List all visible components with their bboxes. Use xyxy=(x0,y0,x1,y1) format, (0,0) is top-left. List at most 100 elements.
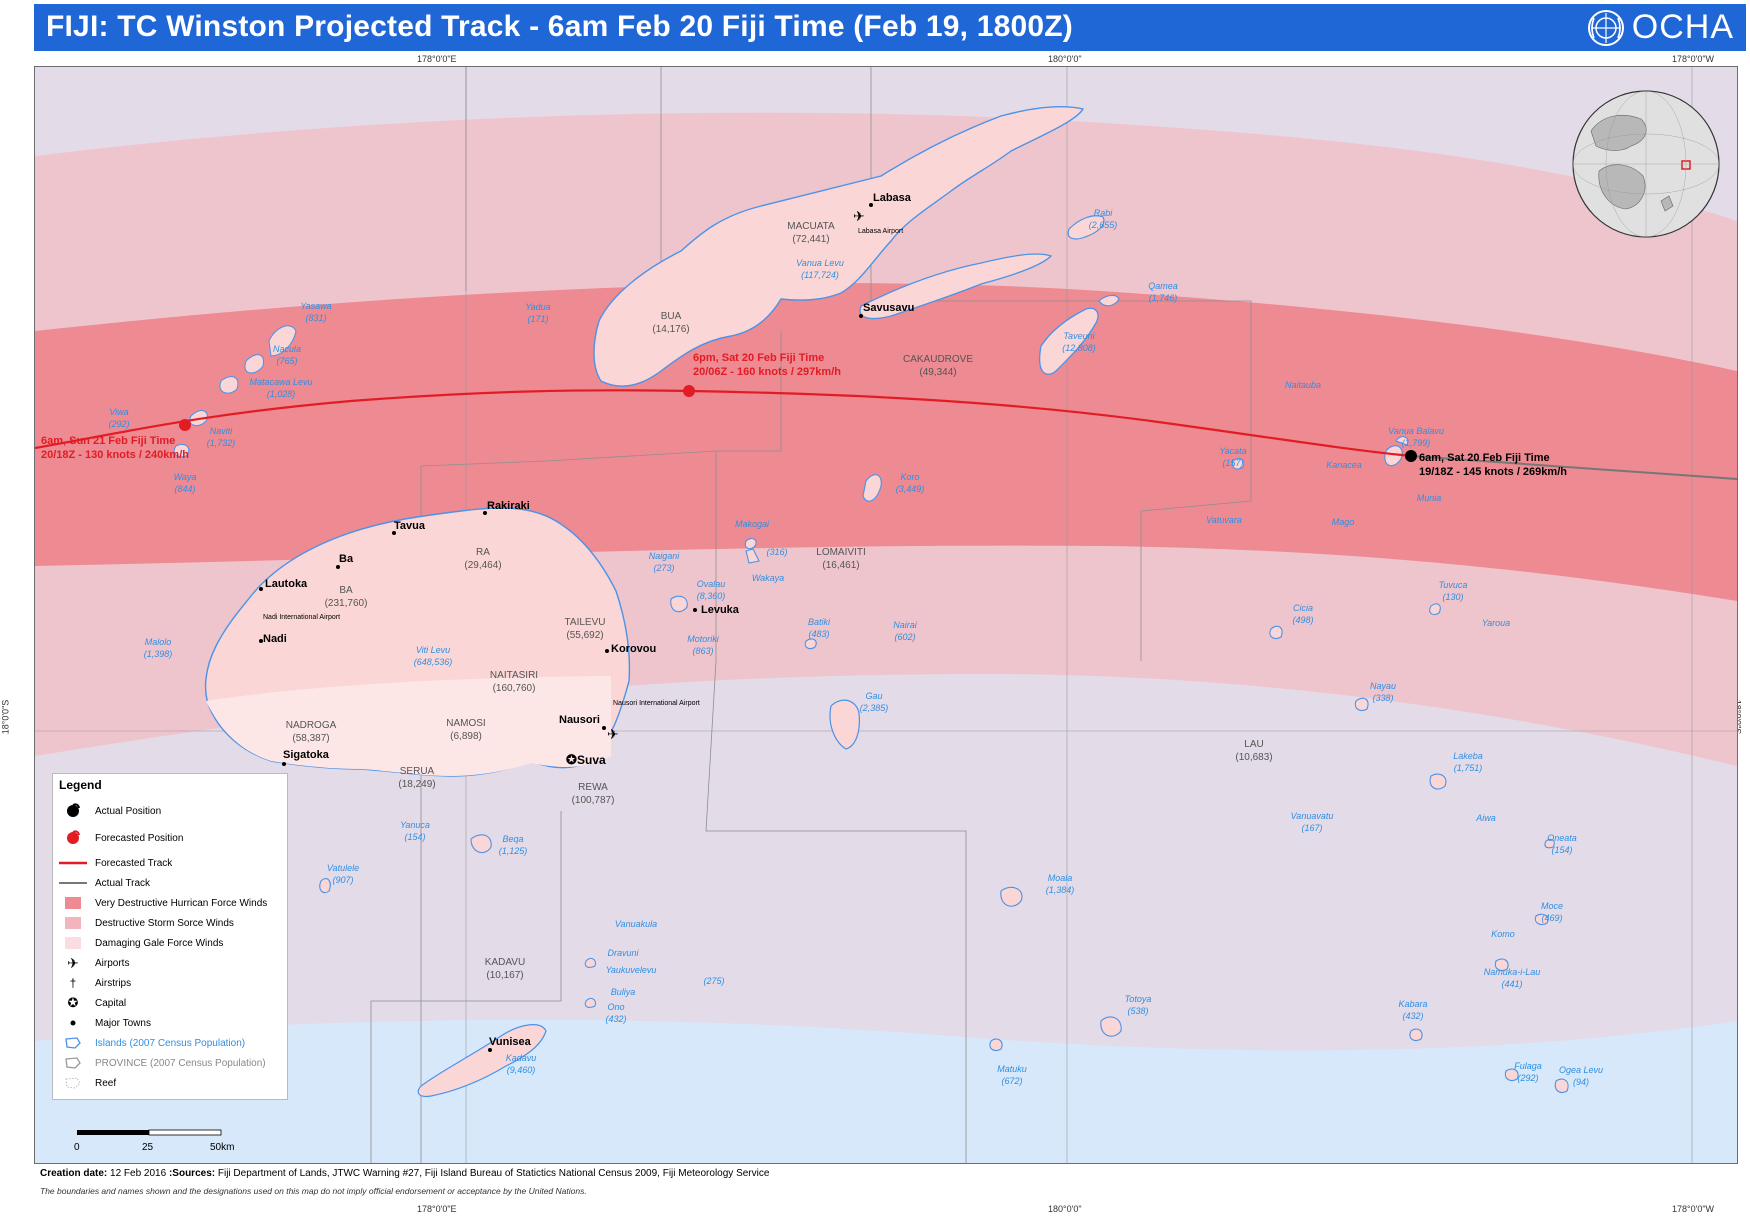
island-vanua-levu-pop: (117,724) xyxy=(801,270,839,280)
island-moce-pop: (469) xyxy=(1541,913,1562,923)
track-label-forecast1-detail: 20/06Z - 160 knots / 297km/h xyxy=(693,366,841,378)
island-qamea-label: Qamea xyxy=(1148,281,1178,291)
island-naigani-label: Naigani xyxy=(649,551,681,561)
town-rakiraki: Rakiraki xyxy=(487,500,530,512)
coord-bottom-3: 178°0'0"W xyxy=(1672,1204,1715,1214)
map-title: FIJI: TC Winston Projected Track - 6am F… xyxy=(46,10,1073,43)
island-ovalau-label: Ovalau xyxy=(697,579,726,589)
coord-top-2: 180°0'0" xyxy=(1048,54,1082,64)
island-yadua-label: Yadua xyxy=(525,302,550,312)
province-outline-icon xyxy=(59,1054,87,1072)
province-cakaudrove-pop: (49,344) xyxy=(919,367,956,378)
island-rabi-label: Rabi xyxy=(1094,208,1114,218)
island-beqa-pop: (1,125) xyxy=(499,846,528,856)
legend-item-islands: Islands (2007 Census Population) xyxy=(59,1034,245,1052)
airport-nausori: Nausori International Airport xyxy=(613,700,700,707)
ocha-wordmark: OCHA xyxy=(1631,8,1734,46)
track-label-actual-detail: 19/18Z - 145 knots / 269km/h xyxy=(1419,466,1567,478)
legend-item-forecasted-position: Forecasted Position xyxy=(59,829,183,847)
legend-item-major-towns: Major Towns xyxy=(59,1014,151,1032)
island-naviti-pop: (1,732) xyxy=(207,438,236,448)
inset-globe xyxy=(1572,90,1720,238)
province-tailevu-pop: (55,692) xyxy=(566,630,603,641)
province-kadavu-pop: (10,167) xyxy=(486,970,523,981)
sources-label: :Sources: xyxy=(168,1168,216,1179)
island-moala-pop: (1,384) xyxy=(1046,885,1075,895)
island-yanuca-label: Yanuca xyxy=(400,820,430,830)
title-bar: FIJI: TC Winston Projected Track - 6am F… xyxy=(34,4,1746,51)
island-viti-levu-pop: (648,536) xyxy=(414,657,453,667)
legend-item-hurricane-winds: Very Destructive Hurrican Force Winds xyxy=(59,894,267,912)
airport-labasa: Labasa Airport xyxy=(858,228,903,235)
legend-item-airstrips: † Airstrips xyxy=(59,974,131,992)
province-naitasiri-pop: (160,760) xyxy=(493,683,536,694)
island-batiki-label: Batiki xyxy=(808,617,831,627)
island-motoriki-label: Motoriki xyxy=(687,634,720,644)
cyclone-position-forecast-1[interactable] xyxy=(683,385,695,397)
province-ra: RA xyxy=(476,547,490,558)
town-savusavu: Savusavu xyxy=(863,302,914,314)
island-waya-label: Waya xyxy=(174,472,197,482)
island-vatuvara-label: Vatuvara xyxy=(1206,515,1242,525)
island-viwa-label: Viwa xyxy=(109,407,128,417)
legend-title: Legend xyxy=(59,778,102,792)
footer-sources: Creation date: 12 Feb 2016 :Sources: Fij… xyxy=(40,1168,769,1179)
town-levuka: Levuka xyxy=(701,604,740,616)
town-labasa: Labasa xyxy=(873,192,912,204)
grey-line-icon xyxy=(59,874,87,892)
coord-top-3: 178°0'0"W xyxy=(1672,54,1715,64)
province-kadavu: KADAVU xyxy=(485,957,525,968)
island-batiki-pop: (483) xyxy=(808,629,829,639)
cyclone-position-forecast-2[interactable] xyxy=(179,419,191,431)
island-nayau-pop: (338) xyxy=(1372,693,1393,703)
island-namuka-i-lau-label: Namuka-i-Lau xyxy=(1484,967,1541,977)
town-vunisea: Vunisea xyxy=(489,1036,532,1048)
island-gau-label: Gau xyxy=(865,691,882,701)
island-viti-levu-label: Viti Levu xyxy=(416,645,450,655)
province-bua: BUA xyxy=(661,311,682,322)
island-kadavu-label: Kadavu xyxy=(506,1053,537,1063)
town-dot-icon xyxy=(59,1014,87,1032)
capital-star-icon: ✪ xyxy=(566,752,577,767)
legend-item-reef: Reef xyxy=(59,1074,116,1092)
province-serua-pop: (18,249) xyxy=(398,779,435,790)
island-kabara-pop: (432) xyxy=(1402,1011,1423,1021)
province-cakaudrove: CAKAUDROVE xyxy=(903,354,973,365)
island-waya-pop: (844) xyxy=(174,484,195,494)
island-matacawa-levu-pop: (1,028) xyxy=(267,389,296,399)
track-label-forecast2-detail: 20/18Z - 130 knots / 240km/h xyxy=(41,449,189,461)
island-vanuakula-label: Vanuakula xyxy=(615,919,657,929)
town-sigatoka: Sigatoka xyxy=(283,749,330,761)
province-bua-pop: (14,176) xyxy=(652,324,689,335)
sources-text: Fiji Department of Lands, JTWC Warning #… xyxy=(217,1168,770,1179)
island-tuvuca-pop: (130) xyxy=(1442,592,1463,602)
island-buliya-label: Buliya xyxy=(611,987,636,997)
island-unnamed-275-pop: (275) xyxy=(703,976,724,986)
map-frame[interactable]: 6am, Sat 20 Feb Fiji Time 19/18Z - 145 k… xyxy=(34,66,1738,1164)
province-tailevu: TAILEVU xyxy=(565,617,606,628)
island-komo-label: Komo xyxy=(1491,929,1515,939)
legend-item-actual-track: Actual Track xyxy=(59,874,150,892)
island-matuku-label: Matuku xyxy=(997,1064,1027,1074)
island-moce-label: Moce xyxy=(1541,901,1563,911)
island-fulaga-label: Fulaga xyxy=(1514,1061,1542,1071)
coord-left: 18°0'0"S xyxy=(0,699,11,735)
island-taveuni-pop: (12,808) xyxy=(1062,343,1096,353)
province-nadroga-pop: (58,387) xyxy=(292,733,329,744)
island-fulaga-pop: (292) xyxy=(1517,1073,1538,1083)
island-ono-pop: (432) xyxy=(605,1014,626,1024)
island-totoya-label: Totoya xyxy=(1125,994,1152,1004)
cyclone-position-actual[interactable] xyxy=(1405,450,1417,462)
island-beqa-label: Beqa xyxy=(502,834,523,844)
province-serua: SERUA xyxy=(400,766,435,777)
town-ba: Ba xyxy=(339,553,354,565)
island-totoya-pop: (538) xyxy=(1127,1006,1148,1016)
province-ra-pop: (29,464) xyxy=(464,560,501,571)
coord-bottom-1: 178°0'0"E xyxy=(417,1204,457,1214)
province-macuata: MACUATA xyxy=(787,221,835,232)
legend-item-actual-position: Actual Position xyxy=(59,802,161,820)
map-canvas[interactable]: 6am, Sat 20 Feb Fiji Time 19/18Z - 145 k… xyxy=(35,67,1737,1163)
island-vatulele-label: Vatulele xyxy=(327,863,359,873)
swatch-mid-icon xyxy=(59,914,87,932)
island-koro-label: Koro xyxy=(900,472,919,482)
